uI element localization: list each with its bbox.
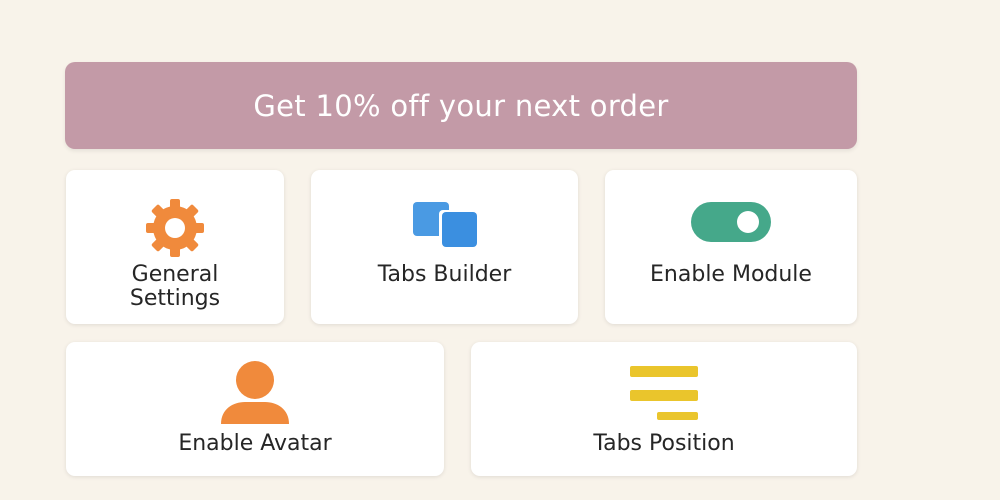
promo-banner[interactable]: Get 10% off your next order xyxy=(65,62,857,149)
general-settings-label-line2: Settings xyxy=(129,286,221,311)
enable-module-card[interactable]: Enable Module xyxy=(605,170,857,324)
toggle-icon xyxy=(690,201,772,247)
promo-banner-text: Get 10% off your next order xyxy=(253,88,669,123)
tabs-position-label: Tabs Position xyxy=(593,431,735,456)
enable-avatar-label: Enable Avatar xyxy=(178,431,332,456)
user-icon xyxy=(218,360,292,430)
settings-panel: Get 10% off your next order General Sett… xyxy=(0,0,1000,500)
tabs-position-card[interactable]: Tabs Position xyxy=(471,342,857,476)
general-settings-label-line1: General xyxy=(131,262,219,287)
gear-icon xyxy=(138,198,212,262)
tabs-builder-card[interactable]: Tabs Builder xyxy=(311,170,578,324)
tabs-icon xyxy=(408,200,482,254)
align-lines-icon xyxy=(627,364,701,428)
general-settings-label: General Settings xyxy=(66,263,284,311)
enable-module-label: Enable Module xyxy=(650,262,812,287)
enable-avatar-card[interactable]: Enable Avatar xyxy=(66,342,444,476)
general-settings-card[interactable]: General Settings xyxy=(66,170,284,324)
tabs-builder-label: Tabs Builder xyxy=(377,262,512,287)
